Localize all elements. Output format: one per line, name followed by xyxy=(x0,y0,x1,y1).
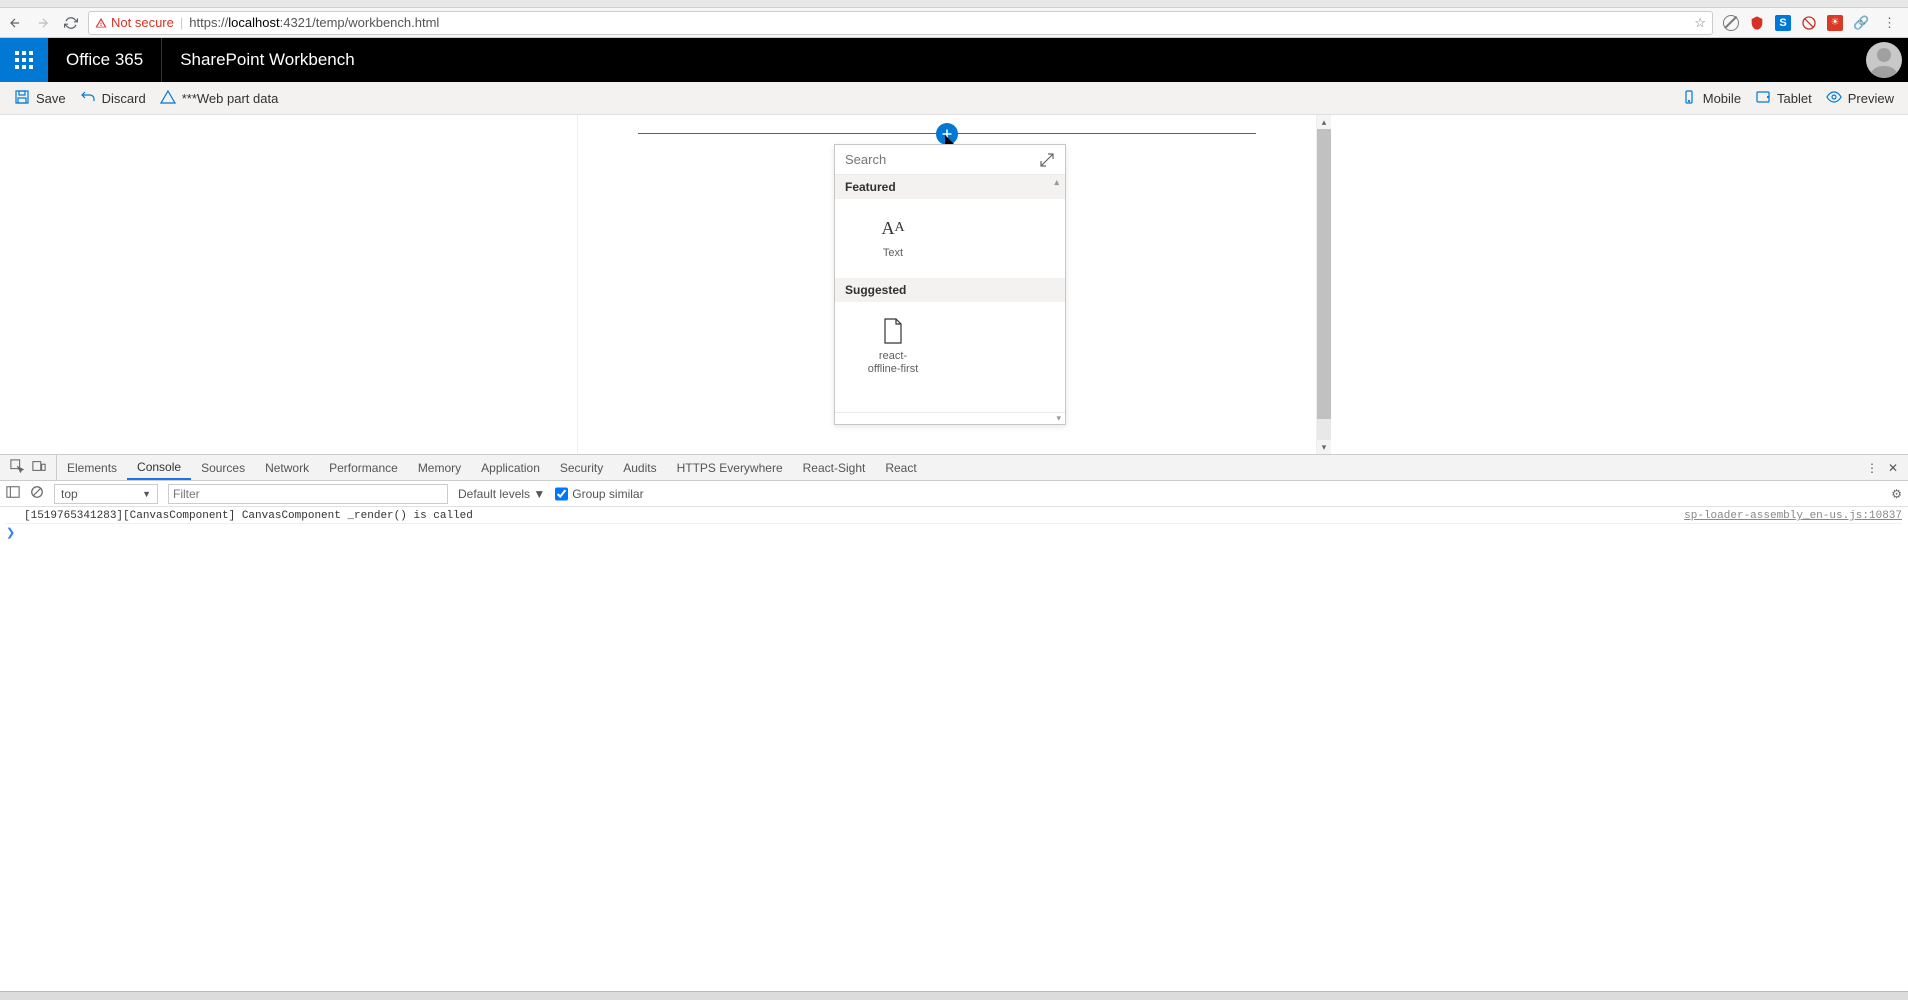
browser-menu-icon[interactable]: ⋮ xyxy=(1879,15,1900,31)
toolbox-suggested-header: Suggested xyxy=(835,278,1065,302)
console-levels-select[interactable]: Default levels ▼ xyxy=(458,487,545,501)
tablet-button[interactable]: Tablet xyxy=(1755,89,1812,108)
browser-tab-strip xyxy=(0,0,1908,8)
clear-console-icon[interactable] xyxy=(30,485,44,502)
extension-icon[interactable]: S xyxy=(1775,15,1791,31)
scroll-up-icon[interactable]: ▴ xyxy=(1317,115,1331,129)
devtools-tab-security[interactable]: Security xyxy=(550,455,613,480)
app-launcher-button[interactable] xyxy=(0,38,48,82)
console-prompt[interactable]: ❯ xyxy=(6,524,1902,542)
url-text: https://localhost:4321/temp/workbench.ht… xyxy=(189,15,439,30)
extension-icon[interactable] xyxy=(1749,15,1765,31)
toolbox-featured-body: AA Text xyxy=(835,199,1065,278)
toolbox-featured-header: Featured ▴ xyxy=(835,175,1065,199)
console-log-row: [1519765341283][CanvasComponent] CanvasC… xyxy=(6,509,1902,524)
inspect-element-icon[interactable] xyxy=(10,459,24,476)
toolbox-item-react-offline[interactable]: react- offline-first xyxy=(843,310,943,404)
devtools-tab-console[interactable]: Console xyxy=(127,455,191,480)
save-icon xyxy=(14,89,30,108)
extension-icon[interactable]: 🔗 xyxy=(1853,15,1869,31)
devtools-tab-sources[interactable]: Sources xyxy=(191,455,255,480)
devtools-tab-react-sight[interactable]: React-Sight xyxy=(793,455,876,480)
browser-reload-button[interactable] xyxy=(60,12,82,34)
devtools-tab-network[interactable]: Network xyxy=(255,455,319,480)
devtools-tab-bar: Elements Console Sources Network Perform… xyxy=(0,455,1908,481)
scroll-down-icon[interactable]: ▾ xyxy=(1056,413,1061,424)
suite-app-title: SharePoint Workbench xyxy=(162,38,373,82)
toolbox-item-text[interactable]: AA Text xyxy=(843,207,943,270)
waffle-icon xyxy=(15,51,33,69)
devtools-tab-memory[interactable]: Memory xyxy=(408,455,471,480)
devtools-tab-performance[interactable]: Performance xyxy=(319,455,408,480)
warning-icon xyxy=(160,89,176,108)
toggle-device-icon[interactable] xyxy=(32,459,46,476)
save-button[interactable]: Save xyxy=(14,89,66,108)
extension-icon[interactable]: ☀ xyxy=(1827,15,1843,31)
console-sidebar-icon[interactable] xyxy=(6,485,20,502)
devtools-tab-elements[interactable]: Elements xyxy=(57,455,127,480)
text-icon: AA xyxy=(881,215,904,241)
extension-icon[interactable] xyxy=(1723,15,1739,31)
toolbox-search-input[interactable] xyxy=(845,152,1039,167)
devtools-close-icon[interactable]: ✕ xyxy=(1888,461,1898,475)
os-taskbar-sliver xyxy=(0,991,1908,1000)
console-settings-icon[interactable]: ⚙ xyxy=(1891,487,1902,501)
devtools-tab-https-everywhere[interactable]: HTTPS Everywhere xyxy=(667,455,793,480)
canvas-area: Featured ▴ AA Text Suggested react- offl… xyxy=(0,115,1908,454)
preview-button[interactable]: Preview xyxy=(1826,89,1894,108)
not-secure-indicator: Not secure xyxy=(95,15,174,30)
group-similar-checkbox[interactable]: Group similar xyxy=(555,484,643,504)
command-bar: Save Discard ***Web part data Mobile Tab… xyxy=(0,82,1908,115)
discard-button[interactable]: Discard xyxy=(80,89,146,108)
suite-bar: Office 365 SharePoint Workbench xyxy=(0,38,1908,82)
console-context-select[interactable]: top▼ xyxy=(54,484,158,504)
undo-icon xyxy=(80,89,96,108)
browser-back-button[interactable] xyxy=(4,12,26,34)
devtools-tab-react[interactable]: React xyxy=(875,455,926,480)
console-output: [1519765341283][CanvasComponent] CanvasC… xyxy=(0,507,1908,991)
preview-icon xyxy=(1826,89,1842,108)
console-log-source[interactable]: sp-loader-assembly_en-us.js:10837 xyxy=(1684,510,1902,522)
suite-brand[interactable]: Office 365 xyxy=(48,38,162,82)
expand-icon[interactable] xyxy=(1039,152,1055,168)
scroll-up-icon[interactable]: ▴ xyxy=(1054,177,1059,188)
devtools-menu-icon[interactable]: ⋮ xyxy=(1866,461,1878,475)
console-filter-input[interactable] xyxy=(168,484,448,504)
tablet-icon xyxy=(1755,89,1771,108)
canvas-scrollbar[interactable]: ▴ ▾ xyxy=(1317,115,1331,454)
devtools-tab-application[interactable]: Application xyxy=(471,455,550,480)
browser-extensions: S ☀ 🔗 ⋮ xyxy=(1719,15,1904,31)
webpart-toolbox: Featured ▴ AA Text Suggested react- offl… xyxy=(834,144,1066,425)
scroll-down-icon[interactable]: ▾ xyxy=(1317,440,1331,454)
document-icon xyxy=(882,318,904,344)
toolbox-suggested-body: react- offline-first xyxy=(835,302,1065,412)
browser-forward-button[interactable] xyxy=(32,12,54,34)
devtools-panel: Elements Console Sources Network Perform… xyxy=(0,454,1908,991)
browser-url-bar[interactable]: Not secure | https://localhost:4321/temp… xyxy=(88,11,1713,35)
toolbox-footer: ▾ xyxy=(835,412,1065,424)
toolbox-search-row xyxy=(835,145,1065,175)
console-log-message: [1519765341283][CanvasComponent] CanvasC… xyxy=(24,510,1684,522)
webpart-data-button[interactable]: ***Web part data xyxy=(160,89,279,108)
browser-toolbar: Not secure | https://localhost:4321/temp… xyxy=(0,8,1908,38)
user-avatar[interactable] xyxy=(1866,42,1902,78)
mobile-icon xyxy=(1681,89,1697,108)
mobile-button[interactable]: Mobile xyxy=(1681,89,1741,108)
bookmark-star-icon[interactable]: ☆ xyxy=(1694,15,1706,31)
devtools-tab-audits[interactable]: Audits xyxy=(613,455,666,480)
console-filter-bar: top▼ Default levels ▼ Group similar ⚙ xyxy=(0,481,1908,507)
canvas-center: Featured ▴ AA Text Suggested react- offl… xyxy=(577,115,1317,454)
extension-icon[interactable] xyxy=(1801,15,1817,31)
